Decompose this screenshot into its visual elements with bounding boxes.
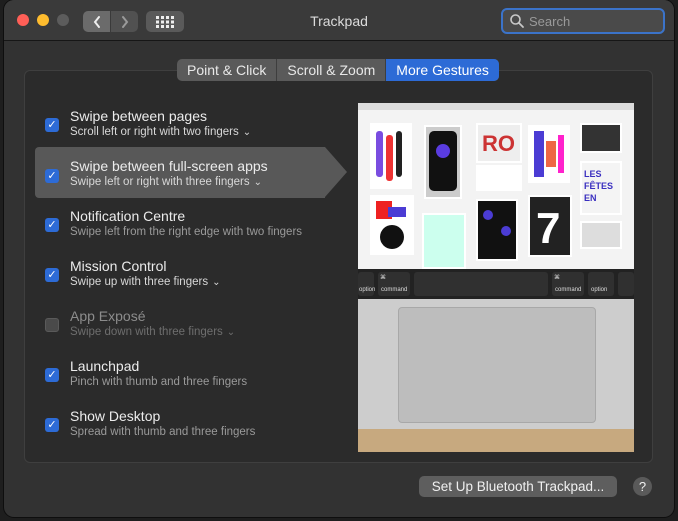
preview-poster — [370, 195, 414, 255]
key-command-right: ⌘ command — [552, 272, 584, 296]
chevron-down-icon: ⌄ — [226, 327, 236, 338]
setup-bluetooth-trackpad-button[interactable]: Set Up Bluetooth Trackpad... — [419, 476, 617, 497]
poster-graphic — [483, 210, 511, 236]
title-bar: Trackpad Search — [4, 0, 674, 41]
key-arrow — [618, 272, 634, 296]
gesture-subtitle: Swipe left or right with three fingers — [70, 176, 250, 188]
trackpad-window: Trackpad Search Point & Click Scroll & Z… — [4, 0, 674, 517]
gesture-subtitle-menu: Swipe down with three fingers ⌄ — [70, 326, 235, 338]
key-label: option — [591, 287, 608, 293]
gesture-app-expose[interactable]: App Exposé Swipe down with three fingers… — [25, 297, 365, 347]
gesture-swipe-full-screen-apps[interactable]: ✓ Swipe between full-screen apps Swipe l… — [25, 145, 365, 198]
preview-poster — [528, 125, 570, 183]
poster-graphic: RO — [482, 131, 515, 156]
key-label: command — [555, 287, 582, 293]
gesture-notification-centre[interactable]: ✓ Notification Centre Swipe left from th… — [25, 197, 365, 247]
key-option-right: option — [588, 272, 614, 296]
preview-poster: 7 — [528, 195, 572, 257]
svg-text:7: 7 — [536, 204, 560, 253]
gesture-launchpad[interactable]: ✓ Launchpad Pinch with thumb and three f… — [25, 347, 365, 397]
preview-poster — [424, 125, 462, 199]
chevron-down-icon: ⌄ — [253, 177, 262, 188]
preview-browser-window: RO LES FÊTES EN 7 — [358, 103, 634, 271]
gesture-subtitle: Swipe left from the right edge with two … — [70, 226, 303, 238]
checkbox-swipe-between-pages[interactable]: ✓ — [45, 118, 59, 132]
gesture-subtitle: Scroll left or right with two fingers — [70, 126, 239, 138]
preview-poster — [370, 123, 412, 189]
help-button[interactable]: ? — [633, 477, 652, 496]
poster-graphic: LESFÊTES EN — [584, 169, 613, 203]
poster-graphic — [376, 131, 402, 181]
poster-graphic — [534, 131, 564, 177]
gesture-subtitle-menu[interactable]: Swipe left or right with three fingers ⌄ — [70, 176, 262, 188]
preview-browser-toolbar — [358, 103, 634, 110]
gesture-title: Notification Centre — [70, 208, 186, 224]
gesture-subtitle: Swipe up with three fingers — [70, 276, 209, 288]
key-command-left: ⌘ command — [378, 272, 410, 296]
command-icon: ⌘ — [380, 275, 386, 281]
key-label: command — [381, 287, 408, 293]
checkbox-launchpad[interactable]: ✓ — [45, 368, 59, 382]
preview-poster: RO — [476, 123, 522, 163]
preview-poster: LES FÊTES EN — [580, 161, 622, 215]
gesture-title: Launchpad — [70, 358, 140, 374]
gesture-title: Swipe between pages — [70, 108, 207, 124]
search-icon — [510, 14, 524, 28]
search-placeholder: Search — [529, 13, 571, 29]
svg-text:EN: EN — [584, 193, 597, 203]
poster-graphic — [429, 131, 457, 191]
chevron-down-icon: ⌄ — [212, 277, 221, 288]
tab-point-click[interactable]: Point & Click — [177, 59, 278, 81]
gesture-swipe-between-pages[interactable]: ✓ Swipe between pages Scroll left or rig… — [25, 97, 365, 147]
svg-text:FÊTES: FÊTES — [584, 180, 613, 191]
chevron-down-icon: ⌄ — [242, 127, 252, 138]
checkbox-swipe-full-screen-apps[interactable]: ✓ — [45, 169, 59, 183]
tab-bar: Point & Click Scroll & Zoom More Gesture… — [177, 59, 499, 81]
gesture-show-desktop[interactable]: ✓ Show Desktop Spread with thumb and thr… — [25, 397, 365, 447]
preview-poster — [476, 165, 522, 191]
poster-graphic: 7 — [536, 204, 560, 253]
tab-scroll-zoom[interactable]: Scroll & Zoom — [277, 59, 387, 81]
gesture-subtitle: Pinch with thumb and three fingers — [70, 376, 248, 388]
checkbox-notification-centre[interactable]: ✓ — [45, 218, 59, 232]
key-option-left: option — [358, 272, 376, 296]
preview-laptop-deck — [358, 299, 634, 429]
command-icon: ⌘ — [554, 275, 560, 281]
key-label: option — [359, 287, 376, 293]
checkbox-mission-control[interactable]: ✓ — [45, 268, 59, 282]
gesture-subtitle: Spread with thumb and three fingers — [70, 426, 256, 438]
gesture-title: Show Desktop — [70, 408, 161, 424]
search-field[interactable]: Search — [501, 8, 665, 34]
gesture-title: Swipe between full-screen apps — [70, 158, 268, 174]
preview-desk — [358, 429, 634, 452]
key-space — [414, 272, 548, 296]
gesture-subtitle-menu[interactable]: Swipe up with three fingers ⌄ — [70, 276, 220, 288]
preview-keyboard: option ⌘ command ⌘ command option — [358, 269, 634, 299]
gesture-subtitle-menu[interactable]: Scroll left or right with two fingers ⌄ — [70, 126, 251, 138]
checkbox-app-expose[interactable] — [45, 318, 59, 332]
checkbox-show-desktop[interactable]: ✓ — [45, 418, 59, 432]
gesture-title: Mission Control — [70, 258, 167, 274]
gesture-mission-control[interactable]: ✓ Mission Control Swipe up with three fi… — [25, 247, 365, 297]
preview-poster — [580, 123, 622, 153]
svg-text:RO: RO — [482, 131, 515, 156]
preview-trackpad — [398, 307, 596, 423]
svg-text:LES: LES — [584, 169, 602, 179]
gesture-subtitle: Swipe down with three fingers — [70, 326, 223, 338]
tab-more-gestures[interactable]: More Gestures — [386, 59, 499, 81]
preview-poster — [422, 213, 466, 269]
gesture-title: App Exposé — [70, 308, 146, 324]
poster-graphic — [376, 201, 406, 249]
preview-poster — [580, 221, 622, 249]
preview-poster — [476, 199, 518, 261]
gestures-panel: ✓ Swipe between pages Scroll left or rig… — [24, 70, 653, 463]
gesture-preview-video: RO LES FÊTES EN 7 option ⌘ command ⌘ com… — [358, 103, 634, 452]
